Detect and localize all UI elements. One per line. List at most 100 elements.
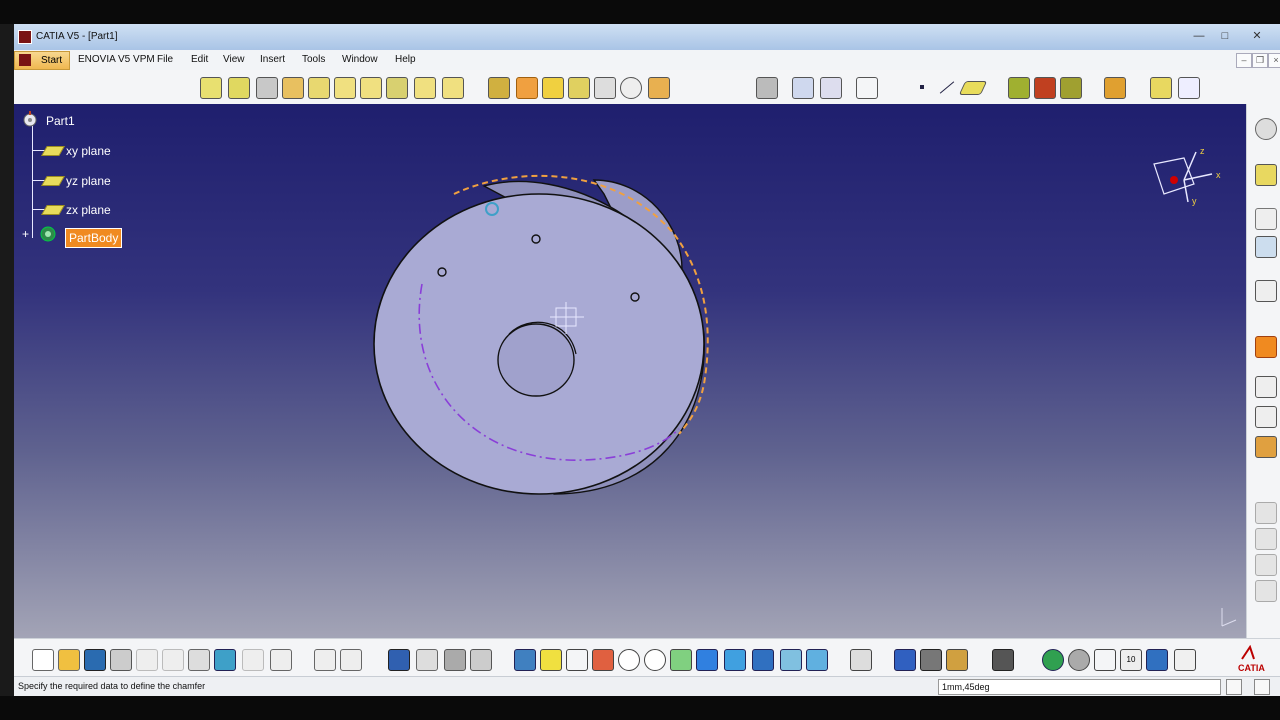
3d-viewport[interactable]: Part1 xy plane yz plane zx plane + PartB… — [14, 104, 1246, 638]
slot-icon[interactable] — [360, 77, 382, 99]
tree-root-part1[interactable]: Part1 — [46, 114, 75, 128]
analysis-icon[interactable] — [1255, 554, 1277, 576]
start-menu-button[interactable]: Start — [14, 51, 70, 70]
analysis-icon[interactable] — [1255, 580, 1277, 602]
paste-icon[interactable] — [188, 649, 210, 671]
copy-icon[interactable] — [162, 649, 184, 671]
knowledge-icon[interactable] — [340, 649, 362, 671]
menu-edit[interactable]: Edit — [191, 54, 208, 65]
update-all-icon[interactable] — [1068, 649, 1090, 671]
axis-system-icon[interactable] — [1094, 649, 1116, 671]
undo-icon[interactable] — [214, 649, 236, 671]
groove-icon[interactable] — [282, 77, 304, 99]
scale-icon[interactable]: 10 — [1120, 649, 1142, 671]
menu-view[interactable]: View — [223, 54, 245, 65]
create-multi-view-icon[interactable] — [850, 649, 872, 671]
pattern-icon[interactable] — [1178, 77, 1200, 99]
open-folder-icon[interactable] — [58, 649, 80, 671]
render-icon[interactable] — [1146, 649, 1168, 671]
close-button[interactable]: ✕ — [1246, 28, 1268, 44]
line-icon[interactable] — [936, 77, 956, 97]
boolean-add-icon[interactable] — [1008, 77, 1030, 99]
part-model[interactable] — [364, 164, 744, 514]
menu-tools[interactable]: Tools — [302, 54, 325, 65]
menu-insert[interactable]: Insert — [260, 54, 285, 65]
settings-gear-icon[interactable] — [1255, 118, 1277, 140]
point-icon[interactable] — [912, 77, 932, 97]
command-list-icon[interactable] — [1226, 679, 1242, 695]
catalog-icon[interactable] — [416, 649, 438, 671]
snap-icon[interactable] — [856, 77, 878, 99]
pan-icon[interactable] — [566, 649, 588, 671]
fly-mode-icon[interactable] — [514, 649, 536, 671]
stiffener-icon[interactable] — [386, 77, 408, 99]
analysis-icon[interactable] — [1255, 528, 1277, 550]
menu-help[interactable]: Help — [395, 54, 416, 65]
hide-show-icon[interactable] — [780, 649, 802, 671]
law-icon[interactable] — [444, 649, 466, 671]
formula-icon[interactable] — [314, 649, 336, 671]
rib-icon[interactable] — [334, 77, 356, 99]
mdi-minimize-button[interactable]: – — [1236, 53, 1252, 68]
camera-icon[interactable] — [992, 649, 1014, 671]
tree-item-xy-plane[interactable]: xy plane — [66, 144, 111, 158]
mdi-restore-button[interactable]: ❐ — [1252, 53, 1268, 68]
zoom-out-icon[interactable] — [644, 649, 666, 671]
apply-mat-icon[interactable] — [1255, 436, 1277, 458]
positioned-sketch-icon[interactable] — [1255, 208, 1277, 230]
measure-item-icon[interactable] — [920, 649, 942, 671]
update-icon[interactable] — [1042, 649, 1064, 671]
tree-item-yz-plane[interactable]: yz plane — [66, 174, 111, 188]
sketcher-icon[interactable] — [792, 77, 814, 99]
boolean-remove-icon[interactable] — [1034, 77, 1056, 99]
mass-icon[interactable] — [946, 649, 968, 671]
multi-view-icon[interactable] — [696, 649, 718, 671]
console-icon[interactable] — [1254, 679, 1270, 695]
pocket-icon[interactable] — [228, 77, 250, 99]
hole-icon[interactable] — [308, 77, 330, 99]
pad-icon[interactable] — [200, 77, 222, 99]
loft-icon[interactable] — [414, 77, 436, 99]
grid-icon[interactable] — [820, 77, 842, 99]
new-file-icon[interactable] — [32, 649, 54, 671]
zoom-in-icon[interactable] — [618, 649, 640, 671]
flag-note-icon[interactable] — [1255, 406, 1277, 428]
print-icon[interactable] — [110, 649, 132, 671]
analysis-icon[interactable] — [1255, 502, 1277, 524]
edge-fillet-icon[interactable] — [488, 77, 510, 99]
draft-icon[interactable] — [542, 77, 564, 99]
annotation-icon[interactable] — [1255, 280, 1277, 302]
transformation-icon[interactable] — [1150, 77, 1172, 99]
redo-icon[interactable] — [242, 649, 264, 671]
thickness-icon[interactable] — [594, 77, 616, 99]
measure-icon[interactable] — [756, 77, 778, 99]
menu-window[interactable]: Window — [342, 54, 378, 65]
menu-file[interactable]: File — [157, 54, 173, 65]
shading-icon[interactable] — [752, 649, 774, 671]
chamfer-icon[interactable] — [516, 77, 538, 99]
partbody-gear-icon[interactable] — [38, 224, 58, 244]
shell-icon[interactable] — [568, 77, 590, 99]
table-icon[interactable] — [388, 649, 410, 671]
text-abc-icon[interactable] — [1255, 376, 1277, 398]
cut-icon[interactable] — [136, 649, 158, 671]
color-icon[interactable] — [1174, 649, 1196, 671]
sketch-plane-icon[interactable] — [1255, 164, 1277, 186]
swap-visible-icon[interactable] — [806, 649, 828, 671]
iso-view-icon[interactable] — [724, 649, 746, 671]
remove-loft-icon[interactable] — [442, 77, 464, 99]
shaft-icon[interactable] — [256, 77, 278, 99]
mdi-close-button[interactable]: × — [1268, 53, 1280, 68]
select-arrow-icon[interactable] — [1255, 336, 1277, 358]
rotate-icon[interactable] — [592, 649, 614, 671]
plane-icon[interactable] — [958, 81, 988, 95]
params-icon[interactable] — [470, 649, 492, 671]
remove-face-icon[interactable] — [648, 77, 670, 99]
menu-enovia[interactable]: ENOVIA V5 VPM — [78, 54, 155, 65]
fit-all-icon[interactable] — [540, 649, 562, 671]
measure-between-icon[interactable] — [894, 649, 916, 671]
tree-item-zx-plane[interactable]: zx plane — [66, 203, 111, 217]
thread-icon[interactable] — [620, 77, 642, 99]
tree-item-partbody[interactable]: PartBody — [65, 228, 123, 248]
save-icon[interactable] — [84, 649, 106, 671]
